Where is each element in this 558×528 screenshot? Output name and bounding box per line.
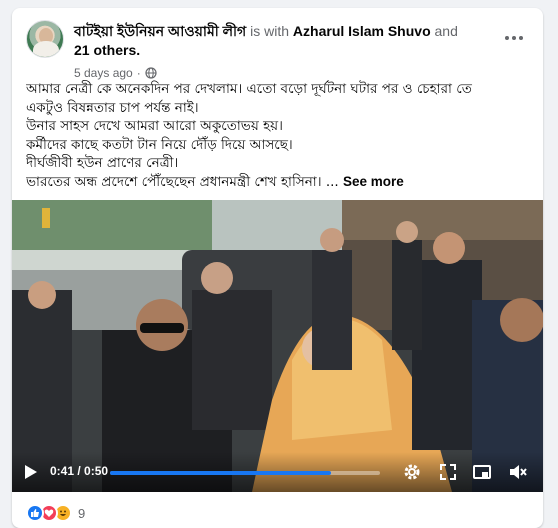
globe-icon [145, 67, 157, 79]
with-text: is with [250, 23, 290, 39]
video-progress-bar[interactable] [110, 471, 380, 475]
post-header-text: বাটইয়া ইউনিয়ন আওয়ামী লীগ is with Azha… [74, 22, 474, 60]
more-options-button[interactable] [499, 28, 529, 48]
post-header: বাটইয়া ইউনিয়ন আওয়ামী লীগ is with Azha… [26, 18, 529, 80]
author-name[interactable]: বাটইয়া ইউনিয়ন আওয়ামী লীগ [74, 23, 246, 39]
reactions-summary[interactable]: 9 [26, 504, 85, 522]
post-text: আমার নেত্রী কে অনেকদিন পর দেখলাম। এতো বড… [26, 80, 531, 192]
fullscreen-icon[interactable] [438, 462, 458, 482]
video-frame [12, 200, 543, 492]
post-text-line: কর্মীদের কাছে কতটা টান নিয়ে দৌঁড় দিয়ে… [26, 136, 293, 153]
video-controls: 0:41 / 0:50 [12, 452, 543, 492]
video-progress-fill [110, 471, 332, 475]
video-player[interactable]: 0:41 / 0:50 [12, 200, 543, 492]
play-icon[interactable] [24, 464, 38, 480]
post-text-line-last: ভারতের অন্ধ প্রদেশে পৌঁছেছেন প্রধানমন্ত্… [26, 173, 404, 190]
see-more-link[interactable]: See more [343, 174, 404, 189]
tagged-person[interactable]: Azharul Islam Shuvo [293, 23, 431, 39]
mute-icon[interactable] [508, 462, 528, 482]
post-timestamp[interactable]: 5 days ago [74, 66, 133, 80]
post-text-line: উনার সাহস দেখে আমরা আরো অকুতোভয় হয়। [26, 118, 283, 135]
meta-separator: · [136, 66, 141, 80]
avatar[interactable] [26, 20, 64, 58]
like-icon [26, 504, 44, 522]
post-card: বাটইয়া ইউনিয়ন আওয়ামী লীগ is with Azha… [12, 8, 543, 528]
video-time: 0:41 / 0:50 [50, 464, 109, 478]
mini-player-icon[interactable] [472, 462, 492, 482]
tagged-others[interactable]: 21 others. [74, 42, 140, 58]
post-text-line: আমার নেত্রী কে অনেকদিন পর দেখলাম। এতো বড… [26, 81, 472, 97]
and-text: and [434, 23, 458, 39]
post-text-line: একটুও বিষন্নতার চাপ পর্যন্ত নাই। [26, 99, 199, 116]
post-text-line: দীর্ঘজীবী হউন প্রাণের নেত্রী। [26, 155, 179, 172]
reaction-count[interactable]: 9 [78, 506, 85, 521]
settings-gear-icon[interactable] [402, 462, 422, 482]
post-meta: 5 days ago · [74, 66, 157, 80]
